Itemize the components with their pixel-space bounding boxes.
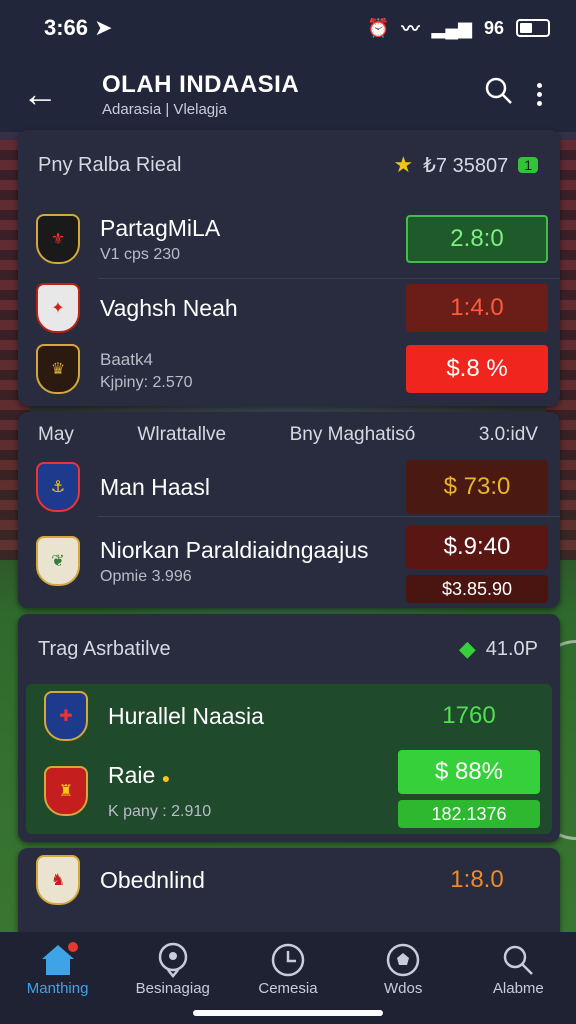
match-row[interactable]: ❦ Niorkan Paraldiaidngaajus Opmie 3.996 …: [18, 517, 560, 605]
status-bar: 3:66 ➤ ⏰ 〰 ▂▄▆ 96: [0, 0, 576, 56]
match-row[interactable]: ♞ Obednlind 1:8.0: [18, 848, 560, 912]
team-sub-2: Kjpiny: 2.570: [100, 374, 193, 391]
team-info: Obednlind: [80, 867, 406, 894]
card-1-title: Pny Ralba Rieal: [38, 153, 182, 176]
card-1-meta: ★ ₺7 35807 1: [393, 152, 538, 178]
search-icon: [498, 940, 538, 980]
odds-button[interactable]: 1:4.0: [406, 284, 548, 332]
match-card-4: ♞ Obednlind 1:8.0: [18, 848, 560, 932]
team-crest-icon: ⚓: [36, 462, 80, 512]
team-name: PartagMiLA: [100, 214, 221, 241]
star-icon: ★: [393, 152, 414, 177]
clock-icon: [268, 940, 308, 980]
tab-label: Cemesia: [258, 980, 318, 997]
card-2-col-4: 3.0:idV: [478, 424, 538, 445]
back-arrow-icon[interactable]: ←: [22, 73, 82, 115]
team-info: Man Haasl: [80, 474, 406, 501]
tab-search[interactable]: Alabme: [463, 940, 573, 997]
card-1-amount: ₺7 35807: [423, 154, 509, 177]
card-2-col-3: Bny Maghatisó: [289, 424, 416, 445]
match-row[interactable]: ⚓ Man Haasl $ 73:0: [18, 458, 560, 516]
card-2-col-1: May: [38, 424, 74, 445]
match-row[interactable]: ✦ Vaghsh Neah 1:4.0: [18, 279, 560, 337]
tab-clock[interactable]: Cemesia: [233, 940, 343, 997]
odds-button-secondary[interactable]: 182.1376: [398, 800, 540, 828]
tab-ball[interactable]: Wdos: [348, 940, 458, 997]
team-crest-icon: ⚜: [36, 214, 80, 264]
tab-label: Besinagiag: [135, 980, 210, 997]
card-2-col-2: Wlrattallve: [137, 424, 227, 445]
team-crest-icon: ♛: [36, 344, 80, 394]
team-info: Baatk4 Kjpiny: 2.570: [80, 346, 406, 392]
match-card-1: Pny Ralba Rieal ★ ₺7 35807 1 ⚜ PartagMiL…: [18, 130, 560, 406]
alarm-icon: ⏰: [367, 17, 390, 38]
search-icon[interactable]: [474, 76, 524, 113]
team-name: Hurallel Naasia: [108, 702, 264, 729]
live-dot-icon: ●: [161, 769, 171, 786]
tab-pin[interactable]: Besinagiag: [118, 940, 228, 997]
wifi-icon: 〰: [401, 19, 420, 39]
odds-button[interactable]: $ 88%: [398, 750, 540, 794]
team-info: Vaghsh Neah: [80, 295, 406, 322]
tab-label: Wdos: [383, 980, 423, 997]
page-subtitle: Adarasia | Vlelagja: [102, 100, 227, 118]
page-title: OLAH INDAASIA: [102, 70, 300, 98]
card-3-title: Trag Asrbatilve: [38, 637, 171, 660]
status-time: 3:66: [44, 15, 89, 40]
match-row[interactable]: ♜ Raie ● K pany : 2.910 $ 88% 182.1376: [26, 748, 552, 834]
home-icon: [38, 940, 78, 980]
team-sub: Baatk4: [100, 350, 153, 369]
signal-text: 96: [483, 17, 504, 38]
more-options-icon[interactable]: [524, 82, 554, 106]
pin-icon: [153, 940, 193, 980]
odds-button[interactable]: $ 73:0: [406, 460, 548, 514]
match-card-3: Trag Asrbatilve ◆ 41.0P ✚ Hurallel Naasi…: [18, 614, 560, 842]
status-icons: ⏰ 〰 ▂▄▆ 96: [367, 15, 550, 41]
team-name-text: Raie: [108, 761, 156, 788]
team-crest-icon: ✚: [44, 691, 88, 741]
ball-icon: [383, 940, 423, 980]
match-row[interactable]: ✚ Hurallel Naasia 1760: [26, 684, 552, 748]
team-crest-icon: ♞: [36, 855, 80, 905]
odds-button[interactable]: $.9:40: [406, 525, 548, 569]
team-info: Hurallel Naasia: [88, 703, 398, 730]
match-row[interactable]: ⚜ PartagMiLA V1 cps 230 2.8:0: [18, 200, 560, 278]
match-card-2: May Wlrattallve Bny Maghatisó 3.0:idV ⚓ …: [18, 412, 560, 608]
signal-icon: ▂▄▆: [431, 17, 472, 38]
odds-stack: $.9:40 $3.85.90: [406, 525, 548, 603]
tab-label: Manthing: [26, 980, 89, 997]
team-name: Obednlind: [100, 866, 205, 893]
odds-button[interactable]: 1:8.0: [406, 856, 548, 904]
match-row[interactable]: ♛ Baatk4 Kjpiny: 2.570 $.8 %: [18, 337, 560, 401]
card-3-amount: 41.0P: [485, 637, 538, 660]
card-1-badge: 1: [518, 157, 538, 173]
notification-dot: [67, 942, 78, 952]
odds-button-secondary[interactable]: $3.85.90: [406, 575, 548, 603]
team-sub: V1 cps 230: [100, 245, 181, 263]
card-3-header: Trag Asrbatilve ◆ 41.0P: [18, 614, 560, 684]
tab-home[interactable]: Manthing: [3, 940, 113, 997]
odds-button[interactable]: 1760: [398, 692, 540, 740]
team-crest-icon: ♜: [44, 766, 88, 816]
status-time-wrap: 3:66 ➤: [44, 15, 113, 41]
team-name: Man Haasl: [100, 473, 210, 500]
card-2-header: May Wlrattallve Bny Maghatisó 3.0:idV: [18, 412, 560, 458]
card-1-header: Pny Ralba Rieal ★ ₺7 35807 1: [18, 130, 560, 200]
highlighted-match: ✚ Hurallel Naasia 1760 ♜ Raie ● K pany :…: [26, 684, 552, 834]
location-arrow-icon: ➤: [94, 15, 113, 40]
team-crest-icon: ✦: [36, 283, 80, 333]
odds-button[interactable]: $.8 %: [406, 345, 548, 393]
tab-label: Alabme: [492, 980, 544, 997]
header-titles: OLAH INDAASIA Adarasia | Vlelagja: [82, 71, 474, 118]
card-3-meta: ◆ 41.0P: [459, 636, 538, 662]
team-crest-icon: ❦: [36, 536, 80, 586]
team-name: Vaghsh Neah: [100, 294, 238, 321]
home-indicator: [193, 1010, 383, 1016]
diamond-icon: ◆: [458, 636, 476, 661]
battery-icon: [516, 19, 550, 37]
odds-stack: $ 88% 182.1376: [398, 750, 540, 828]
team-info: PartagMiLA V1 cps 230: [80, 215, 406, 264]
odds-button[interactable]: 2.8:0: [406, 215, 548, 263]
app-header: ← OLAH INDAASIA Adarasia | Vlelagja: [0, 56, 576, 132]
